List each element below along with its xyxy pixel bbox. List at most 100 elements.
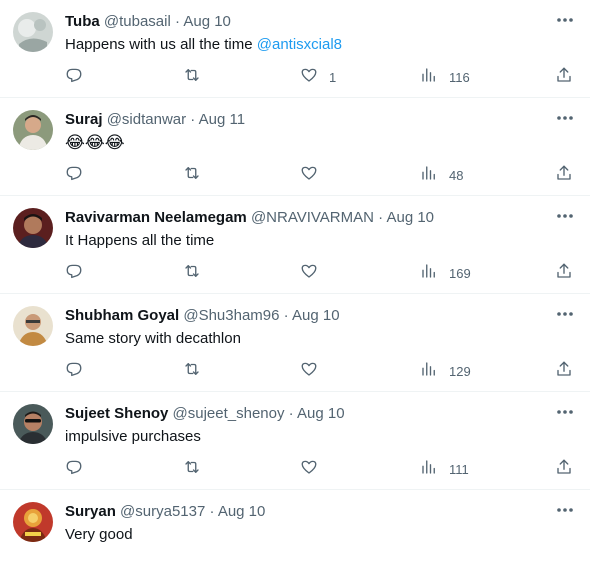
heart-icon (300, 360, 318, 383)
user-handle[interactable]: @Shu3ham96 (183, 307, 279, 324)
tweet-header: Shubham Goyal @Shu3ham96 · Aug 10 (65, 306, 340, 326)
analytics-icon (420, 164, 438, 187)
more-options-icon[interactable] (554, 206, 576, 226)
view-count: 169 (449, 265, 471, 281)
tweet-date[interactable]: Aug 10 (218, 503, 266, 520)
tweet-text: Very good (65, 525, 133, 545)
mention-link[interactable]: @antisxcial8 (257, 36, 342, 53)
like-button[interactable] (300, 360, 329, 382)
avatar[interactable] (13, 12, 53, 52)
views-button[interactable]: 48 (420, 164, 463, 186)
like-button[interactable] (300, 164, 329, 186)
tweet-actions: 48 (65, 164, 581, 186)
share-button[interactable] (555, 360, 573, 382)
more-options-icon[interactable] (554, 10, 576, 30)
separator-dot: · (283, 307, 289, 324)
display-name[interactable]: Suryan (65, 503, 116, 520)
user-handle[interactable]: @sidtanwar (107, 111, 186, 128)
tweet-text-content: Very good (65, 526, 133, 543)
share-button[interactable] (555, 458, 573, 480)
avatar[interactable] (13, 110, 53, 150)
more-options-icon[interactable] (554, 304, 576, 324)
retweet-button[interactable] (183, 262, 201, 284)
tweet-text-content: Same story with decathlon (65, 330, 241, 347)
share-icon (555, 164, 573, 187)
avatar[interactable] (13, 404, 53, 444)
tweet-header: Sujeet Shenoy @sujeet_shenoy · Aug 10 (65, 404, 345, 424)
tweet-date[interactable]: Aug 10 (297, 405, 345, 422)
views-button[interactable]: 116 (420, 66, 470, 88)
avatar[interactable] (13, 208, 53, 248)
view-count: 111 (449, 461, 469, 477)
analytics-icon (420, 360, 438, 383)
like-button[interactable] (300, 458, 329, 480)
tweet-date[interactable]: Aug 10 (386, 209, 434, 226)
more-options-icon[interactable] (554, 500, 576, 520)
avatar[interactable] (13, 306, 53, 346)
retweet-button[interactable] (183, 66, 201, 88)
views-button[interactable]: 129 (420, 360, 471, 382)
tweet-date[interactable]: Aug 10 (183, 13, 231, 30)
display-name[interactable]: Shubham Goyal (65, 307, 179, 324)
tweet-text: 😂😂😂 (65, 133, 125, 154)
reply-tweet[interactable]: Suraj @sidtanwar · Aug 11 😂😂😂 48 (0, 98, 590, 196)
share-icon (555, 458, 573, 481)
share-icon (555, 360, 573, 383)
user-handle[interactable]: @tubasail (104, 13, 171, 30)
share-icon (555, 262, 573, 285)
tweet-text: impulsive purchases (65, 427, 201, 447)
like-button[interactable] (300, 262, 329, 284)
tweet-date[interactable]: Aug 11 (199, 111, 245, 128)
retweet-icon (183, 360, 201, 383)
separator-dot: · (378, 209, 384, 226)
tweet-text: Same story with decathlon (65, 329, 241, 349)
tweet-header: Ravivarman Neelamegam @NRAVIVARMAN · Aug… (65, 208, 434, 228)
reply-icon (65, 360, 83, 383)
more-options-icon[interactable] (554, 402, 576, 422)
view-count: 116 (449, 69, 470, 85)
share-icon (555, 66, 573, 89)
retweet-icon (183, 262, 201, 285)
avatar[interactable] (13, 502, 53, 542)
like-button[interactable]: 1 (300, 66, 336, 88)
display-name[interactable]: Tuba (65, 13, 100, 30)
analytics-icon (420, 458, 438, 481)
retweet-button[interactable] (183, 360, 201, 382)
display-name[interactable]: Ravivarman Neelamegam (65, 209, 247, 226)
views-button[interactable]: 111 (420, 458, 469, 480)
reply-tweet[interactable]: Ravivarman Neelamegam @NRAVIVARMAN · Aug… (0, 196, 590, 294)
heart-icon (300, 458, 318, 481)
share-button[interactable] (555, 262, 573, 284)
display-name[interactable]: Suraj (65, 111, 103, 128)
separator-dot: · (175, 13, 180, 30)
reply-tweet[interactable]: Tuba @tubasail · Aug 10 Happens with us … (0, 0, 590, 98)
user-handle[interactable]: @sujeet_shenoy (173, 405, 285, 422)
display-name[interactable]: Sujeet Shenoy (65, 405, 168, 422)
user-handle[interactable]: @surya5137 (120, 503, 205, 520)
tweet-date[interactable]: Aug 10 (292, 307, 340, 324)
retweet-icon (183, 164, 201, 187)
reply-icon (65, 164, 83, 187)
reply-button[interactable] (65, 360, 83, 382)
reply-tweet[interactable]: Suryan @surya5137 · Aug 10 Very good (0, 490, 590, 588)
reply-feed: Tuba @tubasail · Aug 10 Happens with us … (0, 0, 590, 588)
retweet-icon (183, 66, 201, 89)
reply-button[interactable] (65, 458, 83, 480)
reply-tweet[interactable]: Sujeet Shenoy @sujeet_shenoy · Aug 10 im… (0, 392, 590, 490)
more-options-icon[interactable] (554, 108, 576, 128)
reply-button[interactable] (65, 262, 83, 284)
tweet-actions: 129 (65, 360, 581, 382)
reply-icon (65, 262, 83, 285)
user-handle[interactable]: @NRAVIVARMAN (251, 209, 374, 226)
share-button[interactable] (555, 66, 573, 88)
retweet-button[interactable] (183, 458, 201, 480)
retweet-button[interactable] (183, 164, 201, 186)
reply-button[interactable] (65, 66, 83, 88)
tweet-text-content: Happens with us all the time (65, 36, 257, 53)
reply-button[interactable] (65, 164, 83, 186)
separator-dot: · (288, 405, 294, 422)
reply-tweet[interactable]: Shubham Goyal @Shu3ham96 · Aug 10 Same s… (0, 294, 590, 392)
views-button[interactable]: 169 (420, 262, 471, 284)
tweet-header: Tuba @tubasail · Aug 10 (65, 12, 231, 32)
share-button[interactable] (555, 164, 573, 186)
